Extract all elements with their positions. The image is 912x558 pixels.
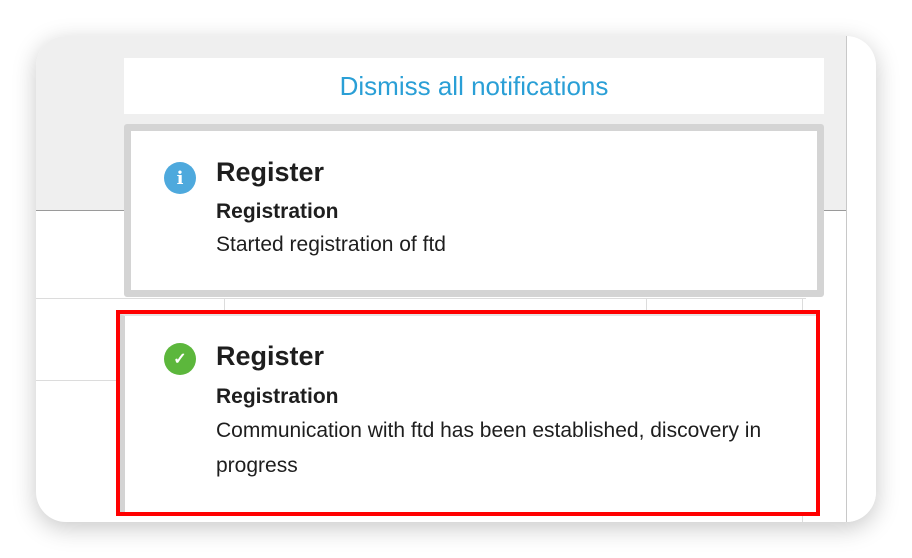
notification-panel-frame: Dismiss all notifications i Register Reg…	[36, 36, 876, 522]
notification-message: Communication with ftd has been establis…	[216, 419, 762, 477]
dismiss-all-notifications-link[interactable]: Dismiss all notifications	[124, 58, 824, 114]
notification-title: Register	[216, 341, 325, 371]
right-strip	[847, 36, 876, 522]
notification-card-info[interactable]: i Register Registration Started registra…	[124, 124, 824, 297]
info-icon: i	[164, 162, 196, 194]
check-circle-icon: ✓	[164, 343, 196, 375]
notification-category: Registration	[216, 385, 339, 408]
notification-message: Started registration of ftd	[216, 233, 446, 256]
notification-title: Register	[216, 157, 325, 187]
table-row-divider	[36, 298, 806, 299]
notification-card-success[interactable]: ✓ Register Registration Communication wi…	[116, 310, 820, 516]
notification-category: Registration	[216, 200, 339, 223]
